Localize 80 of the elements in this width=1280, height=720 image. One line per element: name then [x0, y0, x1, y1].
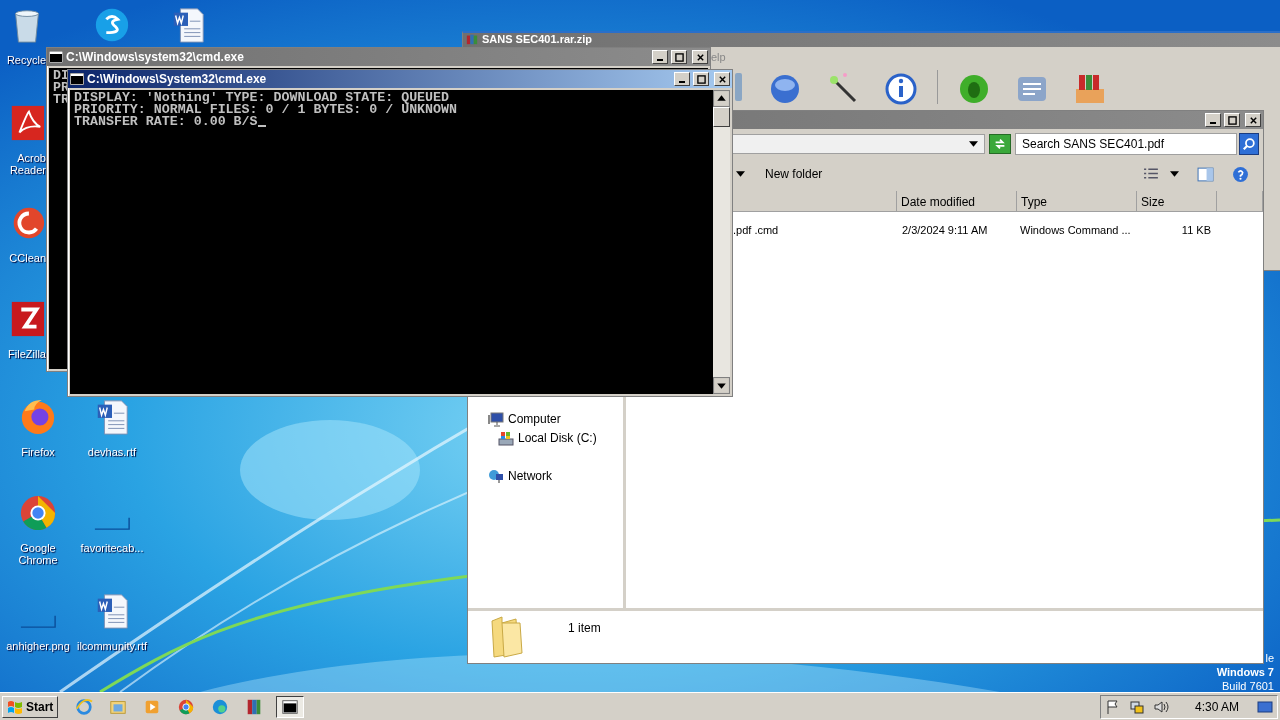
icon-label: CClean: [8, 252, 46, 264]
network-icon: [488, 467, 504, 484]
close-icon: [1248, 115, 1258, 125]
new-folder-button[interactable]: New folder: [761, 165, 827, 183]
window-title: SANS SEC401.rar.zip: [482, 33, 593, 46]
start-button[interactable]: Start: [2, 695, 59, 718]
table-cell-text: 2/3/2024 9:11 AM: [901, 223, 989, 237]
search-field[interactable]: Search SANS SEC401.pdf: [1015, 133, 1237, 155]
scroll-up-icon[interactable]: [713, 90, 730, 107]
flag-icon[interactable]: [1104, 698, 1121, 715]
console-icon: [70, 73, 84, 85]
minimize-button[interactable]: [674, 72, 690, 86]
scroll-thumb[interactable]: [713, 107, 730, 127]
network-icon[interactable]: [1128, 698, 1145, 715]
caret-icon[interactable]: [736, 171, 745, 177]
minimize-icon: [1210, 122, 1216, 124]
nav-item[interactable]: Computer: [508, 411, 561, 426]
maximize-button[interactable]: [1224, 113, 1240, 127]
column-header[interactable]: Type: [1017, 191, 1137, 212]
icon-label: Firefox: [20, 446, 56, 458]
minimize-icon: [657, 59, 663, 61]
icon-label: devhas.rtf: [86, 446, 138, 458]
window-title: C:\Windows\System32\cmd.exe: [87, 72, 267, 86]
close-icon: [695, 52, 705, 62]
file-name[interactable]: .pdf .cmd: [730, 223, 897, 237]
icon-label: anhigher.png: [5, 640, 71, 652]
minimize-icon: [679, 81, 685, 83]
arrows-icon: [993, 137, 1007, 151]
close-button[interactable]: [714, 72, 730, 86]
skype-icon[interactable]: [93, 6, 131, 44]
console-line: TRANSFER RATE: 0.00 B/S: [74, 116, 258, 128]
maximize-icon: [696, 74, 706, 84]
speaker-icon[interactable]: [1152, 698, 1169, 715]
console-line: PRIORITY: NORMAL FILES: 0 / 1 BYTES: 0 / UNKNOWN: [74, 104, 457, 116]
minimize-button[interactable]: [652, 50, 668, 64]
cmd-taskbar-icon[interactable]: [276, 695, 305, 718]
minimize-button[interactable]: [1205, 113, 1221, 127]
maximize-icon: [1227, 115, 1237, 125]
drive-icon: [498, 429, 514, 446]
scroll-down-icon[interactable]: [713, 377, 730, 394]
search-icon: [1242, 137, 1256, 151]
text-cursor: [257, 125, 266, 127]
search-button[interactable]: [1239, 133, 1259, 155]
nav-item[interactable]: Network: [508, 468, 552, 483]
column-header[interactable]: Size: [1137, 191, 1217, 212]
scrollbar[interactable]: [713, 90, 730, 394]
books-icon: [465, 33, 479, 45]
build-number: Build 7601: [1222, 679, 1274, 692]
table-cell-text: 11 KB: [1180, 223, 1212, 237]
table-cell-text: Windows Command ...: [1019, 223, 1132, 237]
maximize-icon: [674, 52, 684, 62]
dropdown-icon: [969, 141, 978, 147]
caret-icon[interactable]: [1170, 171, 1179, 177]
icon-label: Recycle: [5, 54, 46, 66]
console-line: DI: [53, 70, 69, 82]
icon-label: Acrob Reader: [8, 152, 46, 176]
close-button[interactable]: [1245, 113, 1261, 127]
firefox-icon[interactable]: [19, 398, 57, 436]
close-button[interactable]: [692, 50, 708, 64]
maximize-button[interactable]: [671, 50, 687, 64]
console-icon: [49, 51, 63, 63]
icon-label: favoritecab...: [79, 542, 145, 554]
console-line: DISPLAY: 'Nothing' TYPE: DOWNLOAD STATE: QUEUED: [74, 92, 450, 104]
close-icon: [717, 74, 727, 84]
os-name: Windows 7: [1216, 665, 1274, 679]
window-title: C:\Windows\system32\cmd.exe: [66, 50, 244, 64]
icon-label: Google Chrome: [17, 542, 59, 566]
help-icon[interactable]: [1232, 165, 1249, 183]
computer-icon: [488, 410, 504, 427]
edition-text: le: [1265, 651, 1274, 665]
show-desktop-icon[interactable]: [1257, 698, 1273, 715]
nav-item[interactable]: Local Disk (C:): [518, 430, 597, 445]
column-header[interactable]: Date modified: [897, 191, 1017, 212]
windows-flag-icon: [7, 698, 23, 715]
clock[interactable]: 4:30 AM: [1194, 699, 1239, 714]
maximize-button[interactable]: [693, 72, 709, 86]
icon-label: FileZilla: [7, 348, 46, 360]
refresh-button[interactable]: [989, 134, 1011, 154]
chrome-icon[interactable]: [19, 494, 57, 532]
item-count: 1 item: [568, 621, 601, 635]
